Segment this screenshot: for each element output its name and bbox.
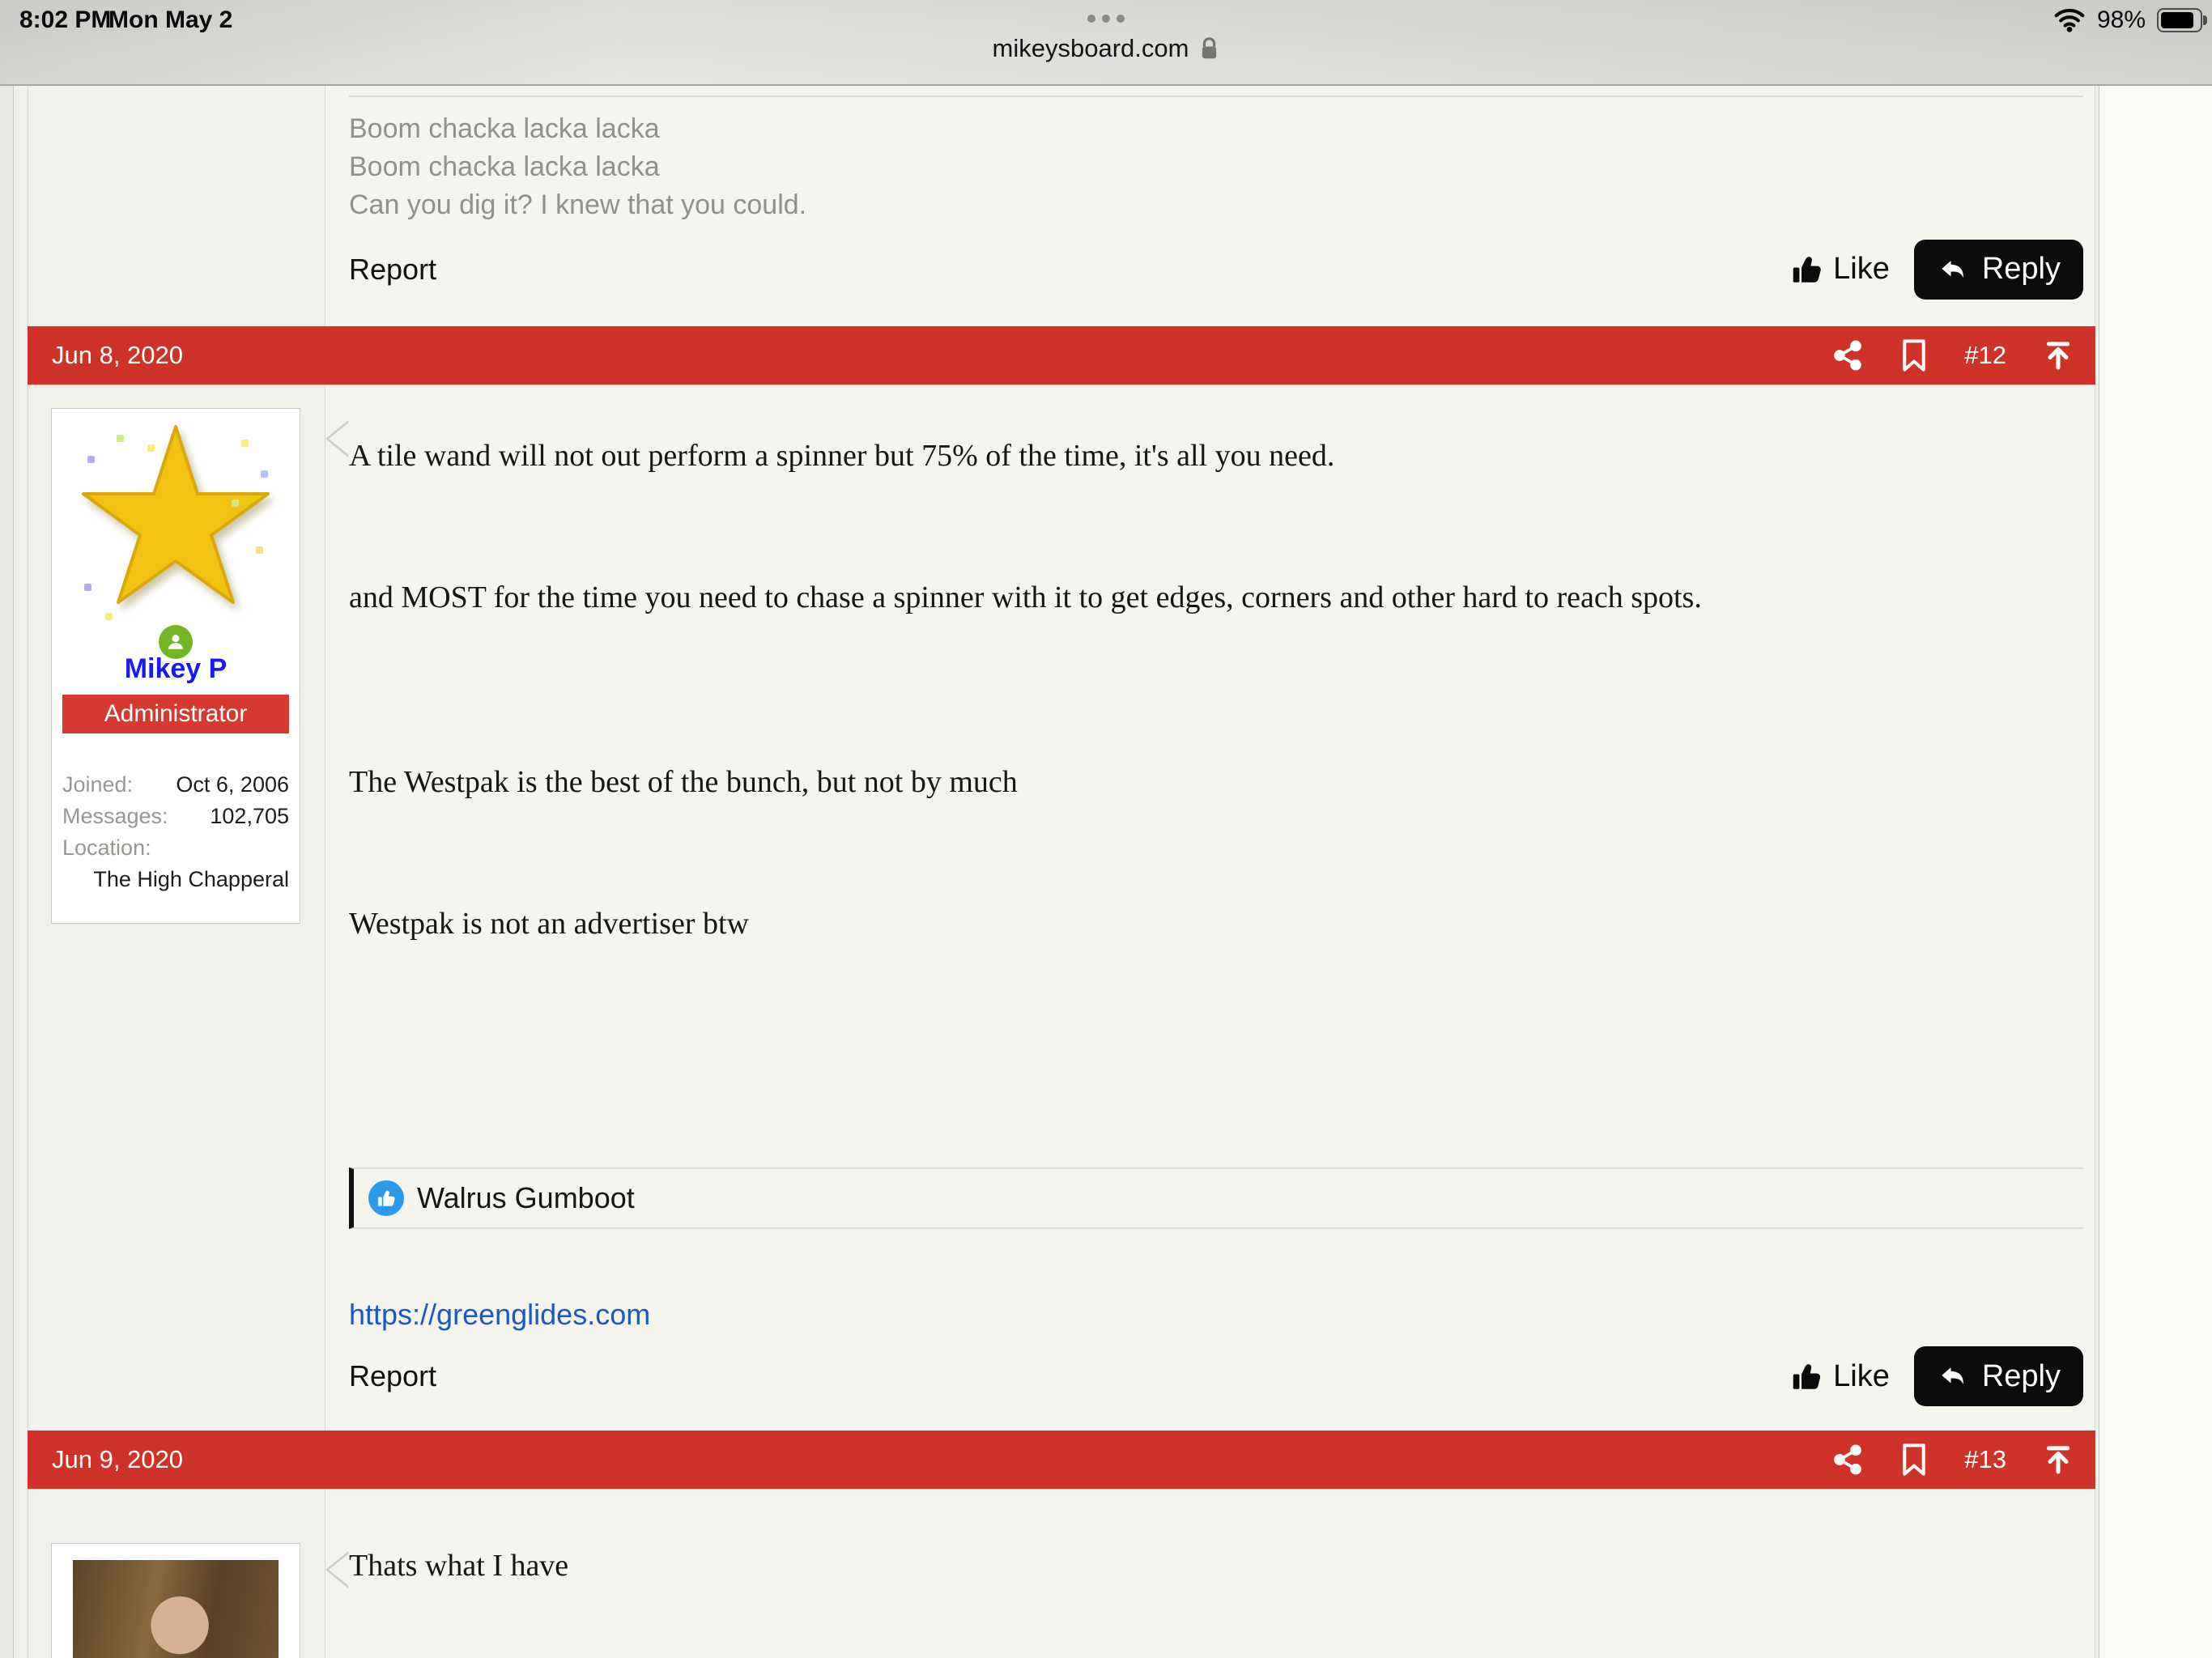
post-partial-top: Boom chacka lacka lacka Boom chacka lack… <box>28 86 2095 326</box>
reaction-like-icon <box>368 1180 404 1216</box>
thumbs-up-icon <box>1789 1359 1823 1393</box>
liked-by-username[interactable]: Walrus Gumboot <box>417 1181 635 1215</box>
post-paragraph: Westpak is not an advertiser btw <box>349 903 2083 944</box>
joined-row: Joined: Oct 6, 2006 <box>62 769 289 801</box>
post-sidebar: Mikey P Administrator Joined: Oct 6, 200… <box>28 385 325 1431</box>
user-card <box>51 1543 300 1658</box>
post-number-link[interactable]: #13 <box>1964 1445 2006 1474</box>
thumbs-up-icon <box>1789 253 1823 287</box>
online-status-icon <box>159 625 193 659</box>
photo-avatar-image[interactable] <box>73 1560 279 1658</box>
reply-label: Reply <box>1982 1359 2061 1394</box>
post-content: A tile wand will not out perform a spinn… <box>325 385 2095 1431</box>
post-content: Boom chacka lacka lacka Boom chacka lack… <box>325 86 2095 326</box>
share-icon[interactable] <box>1831 339 1864 372</box>
reactions-bar: Walrus Gumboot <box>349 1167 2083 1229</box>
battery-percent-label: 98% <box>2097 6 2146 34</box>
date-separator-label: Jun 9, 2020 <box>52 1445 183 1474</box>
post-sidebar <box>28 1490 325 1658</box>
forum-page: Boom chacka lacka lacka Boom chacka lack… <box>0 86 2212 1658</box>
like-label: Like <box>1833 1359 1890 1394</box>
url-label[interactable]: mikeysboard.com <box>993 34 1189 63</box>
bookmark-icon[interactable] <box>1899 338 1929 373</box>
post-paragraph: and MOST for the time you need to chase … <box>349 577 2083 618</box>
reply-arrow-icon <box>1937 253 1969 286</box>
star-avatar-image[interactable] <box>73 425 279 634</box>
date-bar-tools: #13 <box>1831 1442 2074 1477</box>
post-actions: Like Reply <box>1789 1346 2083 1406</box>
clock-label: 8:02 PM <box>19 6 111 34</box>
quote-line: Boom chacka lacka lacka <box>349 110 2083 148</box>
like-button[interactable]: Like <box>1789 1359 1890 1394</box>
date-label: Mon May 2 <box>108 6 232 34</box>
messages-label: Messages: <box>62 801 168 832</box>
quote-line: Boom chacka lacka lacka <box>349 148 2083 186</box>
messages-row: Messages: 102,705 <box>62 801 289 832</box>
post-paragraph: A tile wand will not out perform a spinn… <box>349 436 2083 476</box>
post-body-text: Thats what I have <box>349 1490 2083 1584</box>
reply-button[interactable]: Reply <box>1914 1346 2083 1406</box>
post-content: Thats what I have <box>325 1490 2095 1658</box>
quoted-text: Boom chacka lacka lacka Boom chacka lack… <box>349 110 2083 224</box>
page-left-gutter <box>0 86 13 1658</box>
reply-button[interactable]: Reply <box>1914 240 2083 300</box>
post-action-row: Report Like <box>349 240 2083 300</box>
ipad-safari-screen: 8:02 PM Mon May 2 mikeysboard.com 98% <box>0 0 2212 1658</box>
battery-icon <box>2157 8 2202 32</box>
user-card: Mikey P Administrator Joined: Oct 6, 200… <box>51 408 300 924</box>
post-action-row: Report Like <box>349 1346 2083 1406</box>
thread-container: Boom chacka lacka lacka Boom chacka lack… <box>13 86 2099 1658</box>
message-bubble-arrow <box>325 420 348 457</box>
signature-link[interactable]: https://greenglides.com <box>349 1298 650 1332</box>
date-separator-bar: Jun 8, 2020 #12 <box>28 326 2095 385</box>
location-value: The High Chapperal <box>62 864 289 895</box>
lock-icon <box>1198 36 1219 62</box>
report-link[interactable]: Report <box>349 1359 436 1393</box>
quote-line: Can you dig it? I knew that you could. <box>349 186 2083 224</box>
status-indicators: 98% <box>2053 6 2202 34</box>
messages-value: 102,705 <box>210 801 289 832</box>
bookmark-icon[interactable] <box>1899 1442 1929 1477</box>
like-label: Like <box>1833 252 1890 287</box>
post-sidebar <box>28 86 325 326</box>
wifi-icon <box>2053 8 2086 32</box>
date-bar-tools: #12 <box>1831 338 2074 373</box>
report-link[interactable]: Report <box>349 253 436 287</box>
date-separator-label: Jun 8, 2020 <box>52 341 183 370</box>
tab-overview-dots-icon[interactable] <box>1087 15 1125 23</box>
reply-arrow-icon <box>1937 1360 1969 1392</box>
post-paragraph: The Westpak is the best of the bunch, bu… <box>349 762 2083 802</box>
joined-value: Oct 6, 2006 <box>176 769 289 801</box>
status-bar: 8:02 PM Mon May 2 mikeysboard.com 98% <box>0 0 2212 86</box>
reply-label: Reply <box>1982 252 2061 287</box>
address-bar[interactable]: mikeysboard.com <box>993 34 1220 63</box>
role-badge: Administrator <box>62 695 289 733</box>
share-icon[interactable] <box>1831 1443 1864 1476</box>
post-number-link[interactable]: #12 <box>1964 341 2006 370</box>
location-label: Location: <box>62 832 289 864</box>
joined-label: Joined: <box>62 769 133 801</box>
quote-divider <box>349 96 2083 97</box>
scroll-top-icon[interactable] <box>2042 339 2074 372</box>
post-body-text: A tile wand will not out perform a spinn… <box>349 385 2083 944</box>
post-13: Thats what I have <box>28 1489 2095 1658</box>
user-details: Joined: Oct 6, 2006 Messages: 102,705 Lo… <box>62 769 289 895</box>
date-separator-bar: Jun 9, 2020 #13 <box>28 1431 2095 1489</box>
post-actions: Like Reply <box>1789 240 2083 300</box>
post-12: Mikey P Administrator Joined: Oct 6, 200… <box>28 385 2095 1431</box>
like-button[interactable]: Like <box>1789 252 1890 287</box>
message-bubble-arrow <box>325 1551 348 1588</box>
scroll-top-icon[interactable] <box>2042 1443 2074 1476</box>
